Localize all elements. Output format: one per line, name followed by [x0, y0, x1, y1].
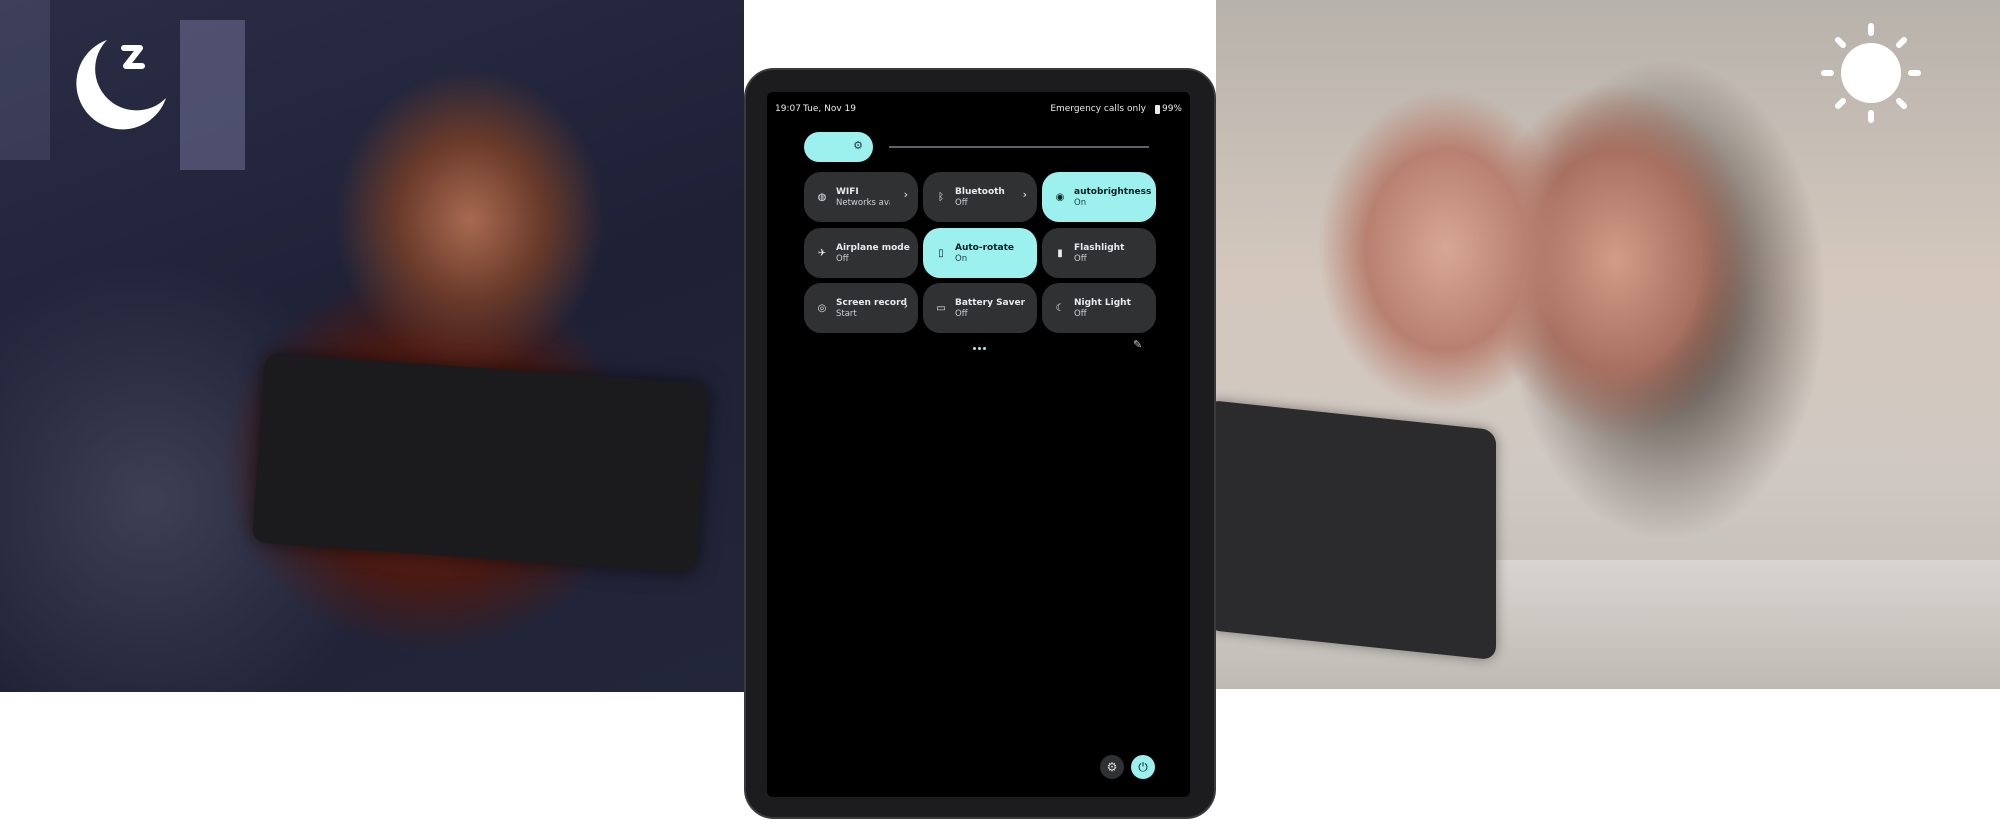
screen-record-icon: ◎: [817, 302, 827, 314]
wifi-icon: ◍: [817, 191, 827, 203]
tile-status: Off: [955, 308, 968, 319]
battery-saver-icon: ▭: [936, 302, 946, 314]
tile-status: On: [955, 253, 968, 264]
tablet-back-light: [1216, 399, 1496, 661]
brightness-slider[interactable]: ⚙: [804, 132, 873, 162]
tile-status: Networks available: [836, 197, 890, 208]
tile-status: On: [1074, 197, 1087, 208]
tile-label: Bluetooth: [955, 186, 1005, 197]
rotate-icon: ▯: [938, 247, 944, 259]
brightness-track[interactable]: [889, 146, 1149, 148]
tile-night-light[interactable]: ☾ Night Light Off: [1042, 283, 1156, 333]
tile-autobrightness[interactable]: ◉ autobrightness On: [1042, 172, 1156, 222]
flashlight-icon: ▮: [1057, 247, 1063, 259]
chevron-right-icon[interactable]: ›: [904, 188, 908, 201]
sun-icon: [1821, 23, 1921, 123]
tile-status: Off: [1074, 308, 1087, 319]
tile-status: Off: [955, 197, 968, 208]
tile-label: WIFI: [836, 186, 859, 197]
status-date: Tue, Nov 19: [803, 104, 856, 114]
tile-airplane-mode[interactable]: ✈ Airplane mode Off: [804, 228, 918, 278]
chevron-right-icon[interactable]: ›: [904, 299, 908, 312]
status-battery: 99%: [1161, 104, 1182, 114]
settings-button[interactable]: ⚙: [1100, 755, 1124, 779]
tile-label: Flashlight: [1074, 242, 1125, 253]
tile-status: Off: [1074, 253, 1087, 264]
chevron-right-icon[interactable]: ›: [1023, 188, 1027, 201]
power-button[interactable]: ⏻: [1131, 755, 1155, 779]
status-network: Emergency calls only: [1050, 104, 1146, 114]
tile-label: Screen record: [836, 297, 907, 308]
quick-settings-screen: 19:07 Tue, Nov 19 Emergency calls only 9…: [767, 92, 1190, 797]
status-time: 19:07: [775, 104, 801, 114]
tile-status: Start: [836, 308, 857, 319]
bluetooth-icon: ᛒ: [938, 191, 944, 203]
tile-label: Battery Saver: [955, 297, 1026, 308]
tile-bluetooth[interactable]: ᛒ Bluetooth Off ›: [923, 172, 1037, 222]
tile-label: Night Light: [1074, 297, 1131, 308]
tile-status: Off: [836, 253, 849, 264]
moon-sleep-icon: [76, 40, 166, 130]
airplane-icon: ✈: [817, 247, 827, 259]
night-light-icon: ☾: [1055, 302, 1065, 314]
tile-auto-rotate[interactable]: ▯ Auto-rotate On: [923, 228, 1037, 278]
tile-label: autobrightness: [1074, 186, 1152, 197]
tile-label: Auto-rotate: [955, 242, 1014, 253]
tile-label: Airplane mode: [836, 242, 910, 253]
edit-pencil-icon[interactable]: ✎: [1133, 338, 1142, 351]
battery-icon: [1154, 104, 1160, 114]
tile-screen-record[interactable]: ◎ Screen record Start ›: [804, 283, 918, 333]
brightness-icon: ◉: [1055, 191, 1065, 203]
brightness-icon: ⚙: [853, 139, 863, 152]
tile-wifi[interactable]: ◍ WIFI Networks available ›: [804, 172, 918, 222]
tile-flashlight[interactable]: ▮ Flashlight Off: [1042, 228, 1156, 278]
tile-battery-saver[interactable]: ▭ Battery Saver Off: [923, 283, 1037, 333]
tablet-back-dark: [251, 352, 710, 574]
